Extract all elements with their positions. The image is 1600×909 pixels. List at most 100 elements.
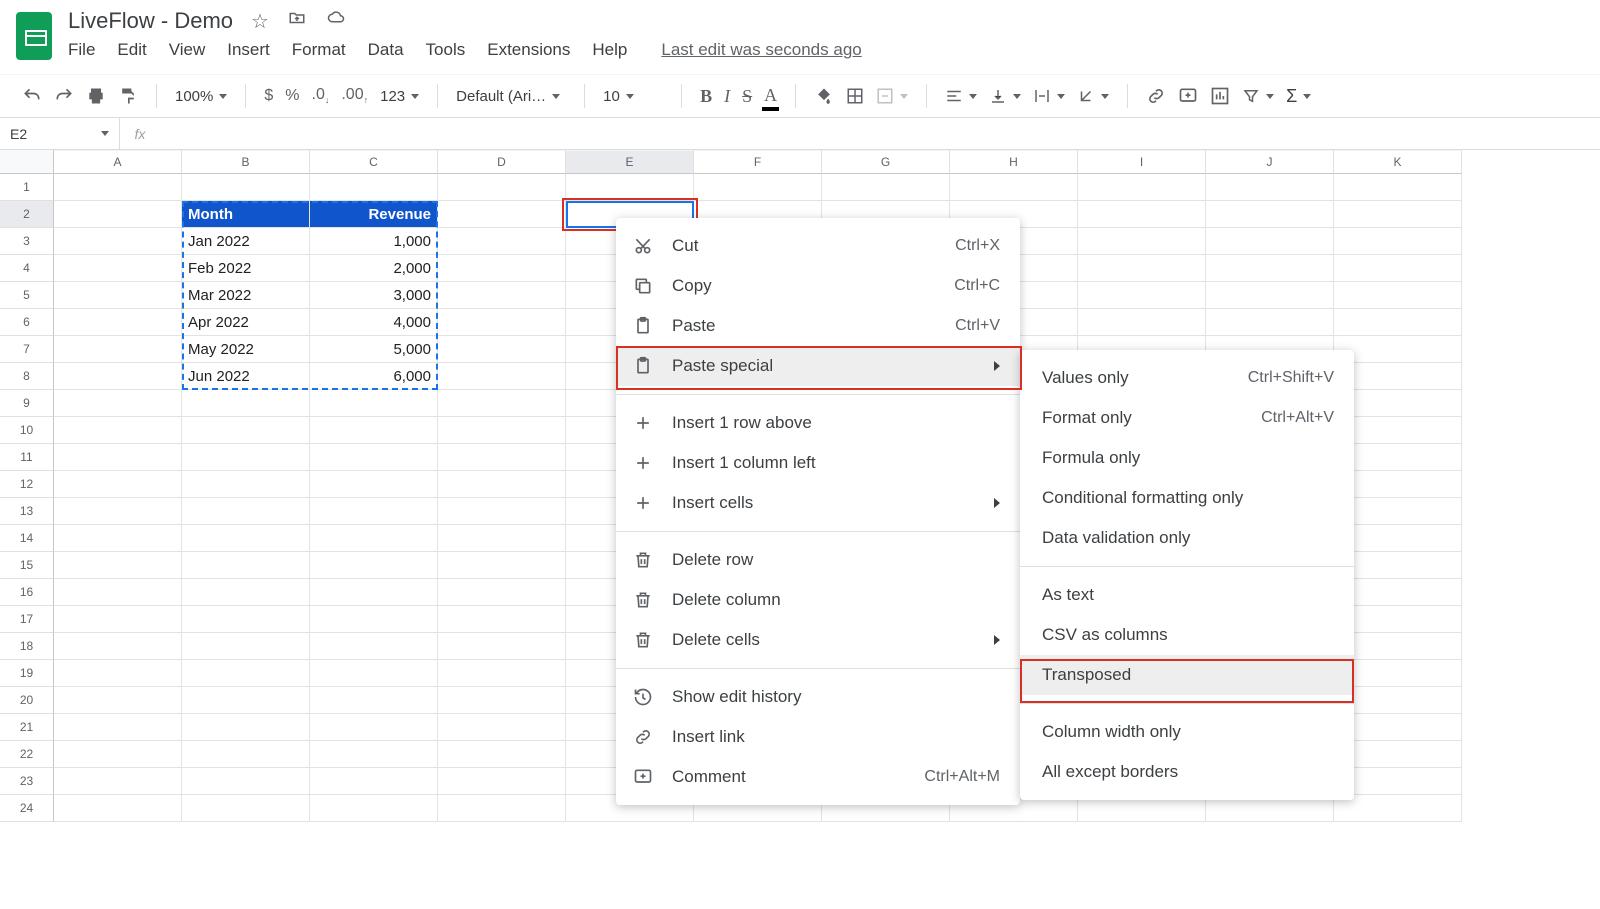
number-format-dropdown[interactable]: 123 bbox=[380, 88, 419, 105]
select-all-corner[interactable] bbox=[0, 150, 54, 174]
insert-link-icon[interactable] bbox=[1146, 86, 1166, 106]
cell[interactable] bbox=[822, 174, 950, 201]
cell[interactable] bbox=[1334, 255, 1462, 282]
menu-help[interactable]: Help bbox=[592, 40, 627, 60]
cell[interactable] bbox=[182, 606, 310, 633]
cell[interactable] bbox=[310, 174, 438, 201]
col-header-A[interactable]: A bbox=[54, 150, 182, 174]
menu-item-column-width-only[interactable]: Column width only bbox=[1020, 712, 1354, 752]
cell[interactable] bbox=[310, 741, 438, 768]
cell[interactable]: Apr 2022 bbox=[182, 309, 310, 336]
row-header-20[interactable]: 20 bbox=[0, 687, 54, 714]
cell[interactable] bbox=[54, 444, 182, 471]
cell[interactable] bbox=[182, 660, 310, 687]
cell[interactable] bbox=[694, 174, 822, 201]
cell[interactable] bbox=[438, 633, 566, 660]
insert-chart-icon[interactable] bbox=[1210, 86, 1230, 106]
cell[interactable] bbox=[438, 768, 566, 795]
menu-item-copy[interactable]: CopyCtrl+C bbox=[616, 266, 1020, 306]
row-header-4[interactable]: 4 bbox=[0, 255, 54, 282]
row-header-12[interactable]: 12 bbox=[0, 471, 54, 498]
menu-item-csv-as-columns[interactable]: CSV as columns bbox=[1020, 615, 1354, 655]
row-header-23[interactable]: 23 bbox=[0, 768, 54, 795]
cell[interactable] bbox=[310, 579, 438, 606]
cell[interactable] bbox=[1334, 282, 1462, 309]
cell[interactable] bbox=[438, 228, 566, 255]
menu-item-values-only[interactable]: Values onlyCtrl+Shift+V bbox=[1020, 358, 1354, 398]
cell[interactable] bbox=[1334, 174, 1462, 201]
cell[interactable]: Jun 2022 bbox=[182, 363, 310, 390]
cell[interactable] bbox=[438, 390, 566, 417]
cell[interactable] bbox=[310, 471, 438, 498]
cell[interactable] bbox=[54, 201, 182, 228]
cell[interactable] bbox=[310, 606, 438, 633]
menu-item-as-text[interactable]: As text bbox=[1020, 575, 1354, 615]
cell[interactable] bbox=[182, 498, 310, 525]
cell[interactable] bbox=[310, 525, 438, 552]
cell[interactable] bbox=[438, 336, 566, 363]
cell[interactable] bbox=[54, 741, 182, 768]
col-header-D[interactable]: D bbox=[438, 150, 566, 174]
cell[interactable] bbox=[438, 498, 566, 525]
name-box[interactable]: E2 bbox=[0, 118, 120, 149]
menu-item-conditional-formatting-only[interactable]: Conditional formatting only bbox=[1020, 478, 1354, 518]
row-header-1[interactable]: 1 bbox=[0, 174, 54, 201]
cell[interactable] bbox=[54, 498, 182, 525]
cell[interactable] bbox=[438, 552, 566, 579]
zoom-dropdown[interactable]: 100% bbox=[175, 88, 227, 105]
merge-cells-dropdown[interactable] bbox=[876, 87, 908, 105]
row-header-22[interactable]: 22 bbox=[0, 741, 54, 768]
cell[interactable] bbox=[310, 417, 438, 444]
col-header-I[interactable]: I bbox=[1078, 150, 1206, 174]
menu-item-delete-cells[interactable]: Delete cells bbox=[616, 620, 1020, 660]
strikethrough-icon[interactable]: S bbox=[742, 86, 752, 107]
cell[interactable]: 6,000 bbox=[310, 363, 438, 390]
cell[interactable] bbox=[182, 552, 310, 579]
menu-item-delete-row[interactable]: Delete row bbox=[616, 540, 1020, 580]
cell[interactable]: 5,000 bbox=[310, 336, 438, 363]
menu-extensions[interactable]: Extensions bbox=[487, 40, 570, 60]
cell[interactable] bbox=[54, 390, 182, 417]
cell[interactable]: 1,000 bbox=[310, 228, 438, 255]
cell[interactable] bbox=[310, 552, 438, 579]
cell[interactable]: May 2022 bbox=[182, 336, 310, 363]
cell[interactable]: Feb 2022 bbox=[182, 255, 310, 282]
row-header-19[interactable]: 19 bbox=[0, 660, 54, 687]
increase-decimal-icon[interactable]: .00↑ bbox=[341, 86, 368, 105]
cell[interactable] bbox=[1334, 201, 1462, 228]
cell[interactable]: Month bbox=[182, 201, 310, 228]
cell[interactable] bbox=[182, 390, 310, 417]
row-header-7[interactable]: 7 bbox=[0, 336, 54, 363]
cell[interactable] bbox=[54, 255, 182, 282]
cell[interactable] bbox=[54, 417, 182, 444]
cell[interactable] bbox=[310, 768, 438, 795]
doc-title[interactable]: LiveFlow - Demo bbox=[68, 8, 233, 34]
cell[interactable] bbox=[1334, 228, 1462, 255]
text-wrap-dropdown[interactable] bbox=[1033, 87, 1065, 105]
horizontal-align-dropdown[interactable] bbox=[945, 87, 977, 105]
cell[interactable] bbox=[438, 687, 566, 714]
cell[interactable] bbox=[182, 471, 310, 498]
cell[interactable] bbox=[438, 444, 566, 471]
cell[interactable] bbox=[438, 174, 566, 201]
row-header-6[interactable]: 6 bbox=[0, 309, 54, 336]
undo-icon[interactable] bbox=[22, 86, 42, 106]
menu-tools[interactable]: Tools bbox=[426, 40, 466, 60]
cell[interactable] bbox=[438, 714, 566, 741]
cell[interactable] bbox=[310, 498, 438, 525]
cell[interactable] bbox=[54, 606, 182, 633]
row-header-5[interactable]: 5 bbox=[0, 282, 54, 309]
cell[interactable] bbox=[54, 309, 182, 336]
cell[interactable] bbox=[438, 282, 566, 309]
cell[interactable] bbox=[54, 282, 182, 309]
cell[interactable] bbox=[438, 606, 566, 633]
cell[interactable] bbox=[1206, 201, 1334, 228]
cell[interactable] bbox=[1206, 174, 1334, 201]
menu-item-show-edit-history[interactable]: Show edit history bbox=[616, 677, 1020, 717]
col-header-J[interactable]: J bbox=[1206, 150, 1334, 174]
cell[interactable] bbox=[310, 444, 438, 471]
row-header-8[interactable]: 8 bbox=[0, 363, 54, 390]
menu-item-transposed[interactable]: Transposed bbox=[1020, 655, 1354, 695]
cell[interactable] bbox=[1078, 201, 1206, 228]
cell[interactable] bbox=[54, 552, 182, 579]
